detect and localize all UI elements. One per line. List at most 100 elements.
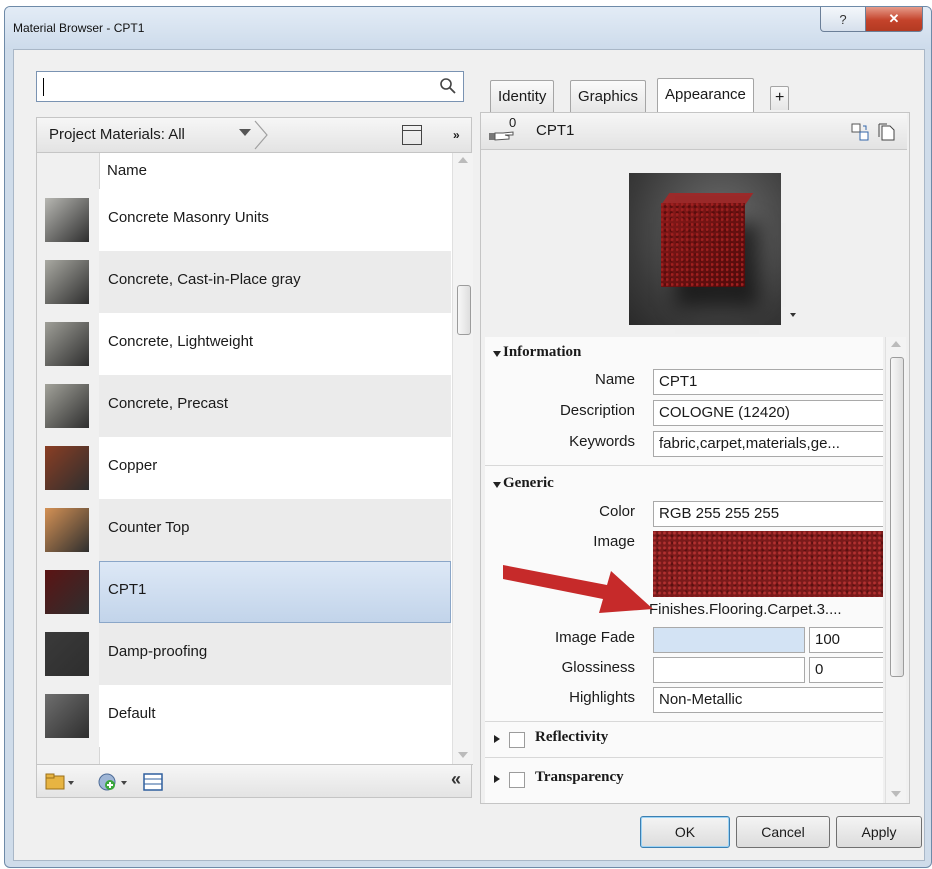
scroll-down-icon[interactable] [891,791,901,797]
ok-button[interactable]: OK [640,816,730,848]
title-bar: Material Browser - CPT1 ? ✕ [5,7,931,49]
image-fade-label: Image Fade [554,629,635,646]
list-item-label: Concrete, Cast-in-Place gray [108,271,301,288]
close-button[interactable]: ✕ [865,7,923,32]
apply-button[interactable]: Apply [836,816,922,848]
help-button[interactable]: ? [820,7,866,32]
collapse-library-icon[interactable]: « [451,769,461,790]
help-icon: ? [839,11,847,27]
create-material-icon[interactable] [97,772,131,792]
material-browser-window: Material Browser - CPT1 ? ✕ Project Mate… [4,6,932,868]
view-options-icon[interactable] [402,125,422,145]
material-thumbnail [45,322,89,366]
library-dropdown-icon[interactable] [239,129,251,136]
editor-panel-icon[interactable] [143,772,163,792]
highlights-select[interactable]: Non-Metallic [653,687,883,713]
section-generic[interactable]: Generic [503,475,554,492]
name-label: Name [594,371,635,388]
color-label: Color [599,503,635,520]
material-thumbnail [45,384,89,428]
list-item-cell [99,561,451,623]
add-asset-button[interactable]: + [770,86,790,110]
property-scrollbar[interactable] [885,337,906,803]
image-fade-slider[interactable] [653,627,805,653]
list-item-label: Copper [108,457,158,474]
description-label: Description [559,402,635,419]
list-item-label: Damp-proofing [108,643,208,660]
image-filename[interactable]: Finishes.Flooring.Carpet.3.... [649,601,842,618]
library-filter-label[interactable]: Project Materials: All [49,126,185,143]
scroll-thumb[interactable] [890,357,904,677]
close-icon: ✕ [888,11,900,26]
list-item[interactable]: Concrete Masonry Units [37,189,451,251]
image-label: Image [593,533,635,550]
glossiness-value[interactable]: 0 [809,657,883,683]
list-item[interactable]: Concrete, Lightweight [37,313,451,375]
tab-identity[interactable]: Identity [490,80,555,112]
material-list: Name Concrete Masonry Units Concrete, Cas… [36,153,473,765]
library-folder-icon[interactable] [45,772,75,792]
list-item[interactable]: Default [37,685,451,747]
name-field[interactable]: CPT1 [653,369,883,395]
scroll-up-icon[interactable] [891,341,901,347]
material-preview[interactable] [629,173,781,325]
glossiness-slider[interactable] [653,657,805,683]
material-thumbnail [45,694,89,738]
color-field[interactable]: RGB 255 255 255 [653,501,883,527]
tab-graphics[interactable]: Graphics [570,80,647,112]
list-item[interactable]: Counter Top [37,499,451,561]
list-header: Name [37,153,451,189]
dialog-body: Project Materials: All » Name Concrete M… [13,49,925,861]
overflow-chevron-icon[interactable]: » [453,128,460,142]
section-information[interactable]: Information [503,344,581,361]
text-caret [43,78,44,96]
tab-appearance[interactable]: Appearance [657,78,754,112]
expand-transparency-icon[interactable] [494,775,500,783]
list-item[interactable]: CPT1 [37,561,451,623]
keywords-field[interactable]: fabric,carpet,materials,ge... [653,431,883,457]
reflectivity-checkbox[interactable] [509,732,525,748]
list-item[interactable]: Concrete, Precast [37,375,451,437]
list-item[interactable]: Copper [37,437,451,499]
preview-options-icon[interactable] [790,313,796,317]
list-item-label: Counter Top [108,519,190,536]
property-sheet: Information Name CPT1 Description COLOGN… [485,337,883,803]
material-thumbnail [45,260,89,304]
description-field[interactable]: COLOGNE (12420) [653,400,883,426]
section-divider [485,721,883,722]
section-transparency[interactable]: Transparency [535,769,624,786]
usage-count: 0 [509,115,517,130]
list-scrollbar[interactable] [452,153,473,764]
list-item-label: Concrete Masonry Units [108,209,269,226]
section-reflectivity[interactable]: Reflectivity [535,729,608,746]
transparency-checkbox[interactable] [509,772,525,788]
library-toolbar: « [36,764,472,798]
image-fade-value[interactable]: 100 [809,627,883,653]
collapse-generic-icon[interactable] [493,482,501,488]
material-thumbnail [45,632,89,676]
asset-header: 0 CPT1 [481,113,907,150]
collapse-information-icon[interactable] [493,351,501,357]
column-header-name[interactable]: Name [107,162,147,179]
list-item[interactable]: Concrete, Cast-in-Place gray [37,251,451,313]
scroll-up-icon[interactable] [458,157,468,163]
scroll-down-icon[interactable] [458,752,468,758]
image-swatch[interactable] [653,531,883,597]
appearance-panel: 0 CPT1 Information Name CPT1 Description… [480,112,910,804]
section-divider [485,757,883,758]
search-input[interactable] [36,71,464,102]
list-rows: Concrete Masonry Units Concrete, Cast-in-… [37,189,451,747]
highlights-label: Highlights [569,689,635,706]
search-icon[interactable] [439,77,457,95]
breadcrumb-separator-icon [254,120,268,150]
list-item-label: CPT1 [108,581,147,598]
replace-asset-icon[interactable] [851,123,869,141]
scroll-thumb[interactable] [457,285,471,335]
expand-reflectivity-icon[interactable] [494,735,500,743]
asset-name: CPT1 [536,122,575,139]
section-divider [485,465,883,466]
duplicate-asset-icon[interactable] [878,123,896,141]
cancel-button[interactable]: Cancel [736,816,830,848]
list-item[interactable]: Damp-proofing [37,623,451,685]
material-thumbnail [45,570,89,614]
